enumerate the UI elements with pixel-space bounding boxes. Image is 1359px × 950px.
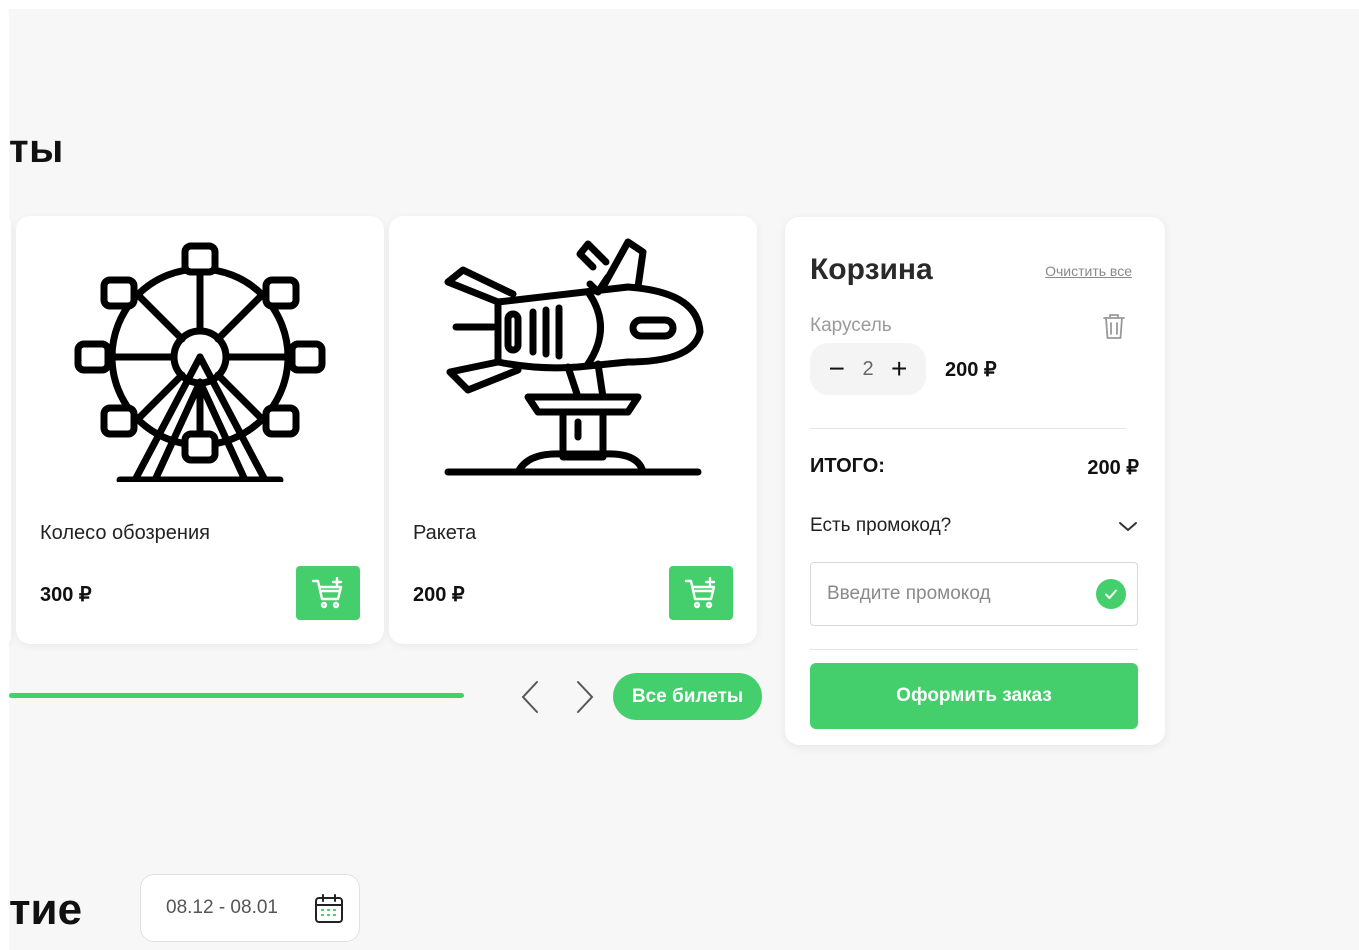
chevron-right-icon [577, 681, 594, 713]
product-name: Ракета [413, 522, 477, 544]
basket-item-name: Карусель [810, 315, 892, 336]
product-card-partial [9, 216, 11, 644]
quantity-stepper: − 2 + [810, 343, 926, 395]
product-price: 300 ₽ [40, 584, 92, 606]
trash-icon[interactable] [1101, 311, 1127, 341]
product-card-ferris-wheel[interactable]: Колесо обозрения 300 ₽ [16, 216, 384, 644]
divider [810, 428, 1126, 429]
chevron-down-icon[interactable] [1117, 515, 1139, 537]
promo-toggle[interactable]: Есть промокод? [810, 515, 951, 537]
place-order-button[interactable]: Оформить заказ [810, 663, 1138, 729]
add-to-cart-button[interactable] [669, 566, 733, 620]
tickets-section-title: ты [9, 127, 64, 171]
check-icon [1105, 589, 1117, 599]
add-to-cart-button[interactable] [296, 566, 360, 620]
events-section-title: тие [9, 885, 83, 934]
product-card-rocket[interactable]: Ракета 200 ₽ [389, 216, 757, 644]
slider-progress-bar [9, 693, 464, 698]
clear-all-link[interactable]: Очистить все [1045, 263, 1132, 279]
promo-apply-button[interactable] [1096, 579, 1126, 609]
divider [810, 649, 1138, 650]
ferris-wheel-icon [74, 242, 326, 482]
date-range-picker[interactable]: 08.12 - 08.01 [140, 874, 360, 942]
calendar-icon [315, 894, 343, 923]
rocket-ride-icon [444, 238, 704, 476]
basket-panel: Корзина Очистить все Карусель − 2 + 200 … [785, 217, 1165, 745]
total-value: 200 ₽ [1087, 457, 1139, 479]
product-name: Колесо обозрения [40, 522, 210, 544]
promo-field [810, 562, 1138, 626]
quantity-increase-button[interactable]: + [887, 355, 911, 383]
basket-item-price: 200 ₽ [945, 359, 997, 381]
cart-add-icon [311, 577, 343, 609]
product-price: 200 ₽ [413, 584, 465, 606]
quantity-decrease-button[interactable]: − [825, 355, 849, 383]
cart-add-icon [684, 577, 716, 609]
date-range-value: 08.12 - 08.01 [166, 897, 278, 918]
page: ты Колесо обозрения 300 ₽ Ракета 200 ₽ В… [9, 9, 1359, 950]
quantity-value: 2 [862, 357, 874, 380]
promo-input[interactable] [811, 563, 1081, 625]
slider-prev-button[interactable] [512, 677, 548, 717]
total-label: ИТОГО: [810, 455, 885, 477]
slider-next-button[interactable] [567, 677, 603, 717]
basket-title: Корзина [810, 253, 933, 286]
all-tickets-button[interactable]: Все билеты [613, 673, 762, 720]
chevron-left-icon [521, 681, 538, 713]
